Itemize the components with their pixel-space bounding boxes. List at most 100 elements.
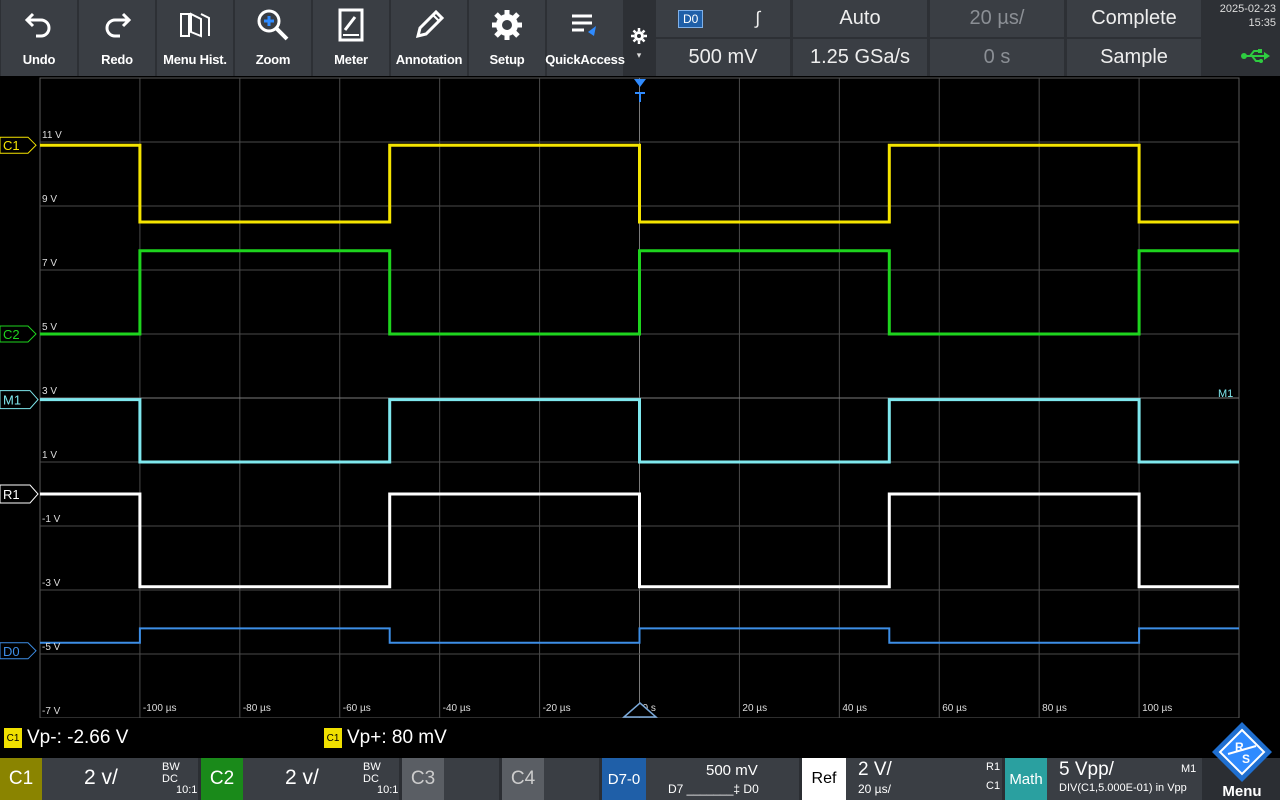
svg-text:M1: M1: [3, 393, 21, 408]
y-tick-label: 5 V: [42, 322, 57, 333]
measurement-vp-minus[interactable]: C1 Vp-: -2.66 V: [4, 727, 128, 749]
quickaccess-label: QuickAccess: [545, 52, 625, 67]
marker-r1[interactable]: R1: [0, 484, 39, 504]
x-tick-label: 20 µs: [742, 703, 767, 714]
reference-source: C1: [986, 780, 1001, 792]
marker-c1[interactable]: C1: [0, 136, 37, 154]
sample-rate-cell[interactable]: 1.25 GSa/s: [793, 39, 927, 76]
trigger-level-cell[interactable]: 500 mV: [656, 39, 790, 76]
channel-c1-scale: 2 v/: [84, 766, 118, 789]
y-tick-label: 7 V: [42, 258, 57, 269]
time-scale: 20 µs/: [969, 7, 1025, 29]
trigger-source-cell[interactable]: D0 ∫: [656, 0, 790, 37]
redo-icon: [97, 8, 137, 42]
measurement-value: Vp+: 80 mV: [347, 727, 447, 748]
channel-c1-probe: 10:1: [176, 784, 198, 796]
settings-dropdown[interactable]: ▾: [625, 0, 653, 76]
channel-c4-button[interactable]: C4: [502, 758, 599, 800]
digital-channels-name: D7-0: [602, 758, 646, 800]
channel-c3-button[interactable]: C3: [402, 758, 499, 800]
horizontal-position-cell[interactable]: 0 s: [930, 39, 1064, 76]
x-tick-label: 40 µs: [842, 703, 867, 714]
marker-c2[interactable]: C2: [0, 325, 37, 343]
x-tick-label: -100 µs: [143, 703, 177, 714]
waveform-plot[interactable]: 11 V 9 V 7 V 5 V 3 V 1 V -1 V -3 V -5 V -7 V -100…: [0, 76, 1280, 718]
math-name: Math: [1005, 758, 1047, 800]
measurement-source-tag: C1: [324, 728, 342, 748]
rs-logo-icon: R S: [1212, 722, 1272, 782]
setup-label: Setup: [489, 52, 525, 67]
x-tick-label: -40 µs: [443, 703, 471, 714]
y-tick-label: 1 V: [42, 450, 57, 461]
x-tick-label: -60 µs: [343, 703, 371, 714]
redo-button[interactable]: Redo: [79, 0, 155, 76]
undo-button[interactable]: Undo: [1, 0, 77, 76]
time: 15:35: [1248, 17, 1276, 29]
channel-c2-probe: 10:1: [377, 784, 399, 796]
math-expression: DIV(C1,5.000E-01) in Vpp: [1059, 782, 1187, 794]
trigger-mode-cell[interactable]: Auto: [793, 0, 927, 37]
channel-c1-button[interactable]: C1 2 v/ BW DC 10:1: [0, 758, 198, 800]
quickaccess-icon: [565, 8, 605, 42]
channel-c2-button[interactable]: C2 2 v/ BW DC 10:1: [201, 758, 399, 800]
sample-rate: 1.25 GSa/s: [809, 46, 911, 68]
meter-icon: [331, 8, 371, 42]
marker-m1[interactable]: M1: [0, 390, 39, 410]
reference-scale: 2 V/: [858, 759, 892, 780]
y-tick-label: -1 V: [42, 514, 61, 525]
acquisition-mode-cell[interactable]: Sample: [1067, 39, 1201, 76]
channel-c2-scale: 2 v/: [285, 766, 319, 789]
digital-range: D7 _______‡ D0: [668, 782, 759, 796]
zoom-icon: [253, 8, 293, 42]
small-gear-icon: [631, 28, 647, 44]
menu-history-button[interactable]: Menu Hist.: [157, 0, 233, 76]
y-tick-label: -7 V: [42, 706, 61, 717]
measurement-bar: C1 Vp-: -2.66 V C1 Vp+: 80 mV: [0, 722, 1280, 756]
svg-text:R1: R1: [3, 487, 20, 502]
trigger-mode: Auto: [839, 7, 881, 29]
undo-label: Undo: [22, 52, 56, 67]
acquisition-state-cell[interactable]: Complete: [1067, 0, 1201, 37]
trace-c1: [40, 143, 1239, 224]
channel-c3-name: C3: [402, 758, 444, 800]
waveform-display[interactable]: 11 V 9 V 7 V 5 V 3 V 1 V -1 V -3 V -5 V -7 V -100…: [0, 76, 1280, 718]
svg-text:C1: C1: [3, 138, 20, 153]
x-tick-label: 60 µs: [942, 703, 967, 714]
horizontal-position: 0 s: [983, 46, 1011, 68]
y-tick-label: -5 V: [42, 642, 61, 653]
svg-text:C2: C2: [3, 327, 20, 342]
menu-history-icon: [175, 8, 215, 42]
main-menu-button[interactable]: R S Menu: [1204, 718, 1280, 800]
y-tick-label: 11 V: [42, 130, 62, 141]
math-m1-button[interactable]: Math 5 Vpp/ M1 DIV(C1,5.000E-01) in Vpp: [1005, 758, 1202, 800]
reference-name: Ref: [802, 758, 846, 800]
y-tick-label: 9 V: [42, 194, 57, 205]
meter-label: Meter: [334, 52, 368, 67]
y-axis-labels: 11 V 9 V 7 V 5 V 3 V 1 V -1 V -3 V -5 V -7 V: [42, 130, 62, 717]
channel-c2-name: C2: [201, 758, 243, 800]
marker-d0[interactable]: D0: [0, 642, 37, 660]
measurement-value: Vp-: -2.66 V: [27, 727, 129, 748]
quickaccess-button[interactable]: QuickAccess: [545, 0, 625, 76]
meter-button[interactable]: Meter: [313, 0, 389, 76]
chevron-down-icon: ▾: [636, 50, 642, 60]
datetime: 2025-02-23 15:35: [1206, 2, 1276, 30]
x-tick-label: -20 µs: [543, 703, 571, 714]
setup-button[interactable]: Setup: [469, 0, 545, 76]
svg-text:S: S: [1242, 752, 1250, 766]
menu-label: Menu: [1222, 783, 1262, 800]
zoom-button[interactable]: Zoom: [235, 0, 311, 76]
annotation-button[interactable]: Annotation: [391, 0, 467, 76]
x-tick-label: 100 µs: [1142, 703, 1172, 714]
redo-label: Redo: [101, 52, 133, 67]
measurement-vp-plus[interactable]: C1 Vp+: 80 mV: [324, 727, 447, 749]
reference-r1-button[interactable]: Ref 2 V/ 20 µs/ R1 C1: [802, 758, 1002, 800]
undo-icon: [19, 8, 59, 42]
measurement-source-tag: C1: [4, 728, 22, 748]
acquisition-state: Complete: [1091, 7, 1177, 29]
channel-bar: C1 2 v/ BW DC 10:1 C2 2 v/ BW DC 10:1 C3…: [0, 758, 1280, 800]
trace-r1: [40, 492, 1239, 589]
time-scale-cell[interactable]: 20 µs/: [930, 0, 1064, 37]
digital-channels-button[interactable]: D7-0 500 mV D7 _______‡ D0: [602, 758, 799, 800]
date: 2025-02-23: [1219, 3, 1276, 15]
